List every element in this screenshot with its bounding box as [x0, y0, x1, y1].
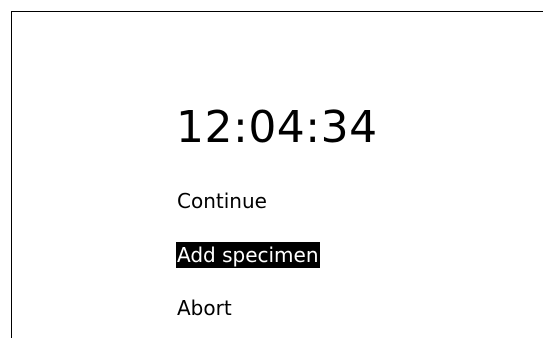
menu-item-continue[interactable]: Continue [176, 188, 268, 214]
elapsed-time-display: 12:04:34 [176, 102, 378, 153]
device-screen: 12:04:34 Continue Add specimen Abort [0, 0, 543, 338]
menu-item-abort[interactable]: Abort [176, 295, 233, 321]
menu-item-add-specimen[interactable]: Add specimen [176, 242, 320, 268]
screen-frame [11, 11, 543, 338]
